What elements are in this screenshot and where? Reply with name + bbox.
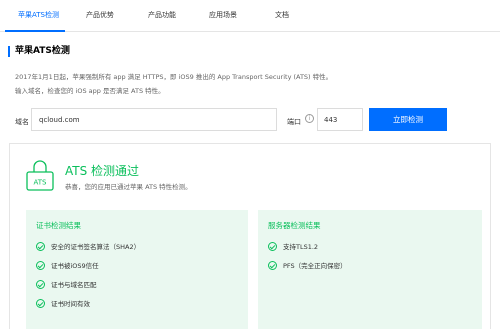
check-circle-icon bbox=[268, 260, 277, 270]
check-now-button[interactable]: 立即检测 bbox=[369, 108, 447, 131]
list-item: 证书与域名匹配 bbox=[36, 279, 97, 289]
check-circle-icon bbox=[36, 241, 45, 251]
result-title: ATS 检测通过 bbox=[65, 164, 140, 178]
top-tab-bar: 苹果ATS检测 产品优势 产品功能 应用场景 文档 bbox=[0, 0, 500, 32]
tab-use-cases[interactable]: 应用场景 bbox=[209, 10, 237, 20]
description-line-1: 2017年1月1日起，苹果强制所有 app 满足 HTTPS，即 iOS9 推出… bbox=[15, 73, 333, 81]
check-circle-icon bbox=[36, 298, 45, 308]
list-item-label: 证书与域名匹配 bbox=[51, 281, 97, 289]
list-item: PFS（完全正向保密） bbox=[268, 260, 347, 270]
tab-docs[interactable]: 文档 bbox=[275, 10, 289, 20]
list-item-label: PFS（完全正向保密） bbox=[283, 262, 347, 270]
description-line-2: 输入域名，检查您的 iOS app 是否满足 ATS 特性。 bbox=[15, 87, 165, 95]
page-title: 苹果ATS检测 bbox=[8, 46, 70, 57]
tab-product-features[interactable]: 产品功能 bbox=[148, 10, 176, 20]
result-panel: ATS ATS 检测通过 恭喜，您的应用已通过苹果 ATS 特性检测。 证书检测… bbox=[9, 143, 491, 329]
list-item-label: 支持TLS1.2 bbox=[283, 243, 319, 251]
port-input[interactable] bbox=[317, 108, 363, 131]
ats-badge-text: ATS bbox=[34, 179, 48, 187]
certificate-card-title: 证书检测结果 bbox=[36, 221, 81, 230]
domain-input[interactable] bbox=[31, 108, 277, 131]
server-result-card: 服务器检测结果 支持TLS1.2 PFS（完全正向保密） bbox=[258, 210, 482, 329]
list-item: 证书被iOS9信任 bbox=[36, 260, 99, 270]
active-tab-indicator bbox=[5, 30, 65, 32]
ats-lock-icon: ATS bbox=[26, 160, 54, 191]
check-circle-icon bbox=[36, 279, 45, 289]
check-circle-icon bbox=[268, 241, 277, 251]
list-item: 支持TLS1.2 bbox=[268, 241, 318, 251]
info-icon[interactable]: i bbox=[305, 114, 314, 123]
list-item: 证书时间有效 bbox=[36, 298, 90, 308]
port-label: 端口 bbox=[287, 118, 301, 126]
tab-ats-check[interactable]: 苹果ATS检测 bbox=[18, 10, 59, 20]
server-card-title: 服务器检测结果 bbox=[268, 221, 321, 230]
list-item: 安全的证书签名算法（SHA2） bbox=[36, 241, 140, 251]
domain-label: 域名 bbox=[15, 118, 29, 126]
tab-product-advantages[interactable]: 产品优势 bbox=[86, 10, 114, 20]
result-subtitle: 恭喜，您的应用已通过苹果 ATS 特性检测。 bbox=[65, 183, 192, 191]
list-item-label: 证书被iOS9信任 bbox=[51, 262, 99, 270]
check-circle-icon bbox=[36, 260, 45, 270]
certificate-result-card: 证书检测结果 安全的证书签名算法（SHA2） 证书被iOS9信任 证书与域名匹配… bbox=[26, 210, 248, 329]
list-item-label: 证书时间有效 bbox=[51, 300, 90, 308]
list-item-label: 安全的证书签名算法（SHA2） bbox=[51, 243, 141, 251]
